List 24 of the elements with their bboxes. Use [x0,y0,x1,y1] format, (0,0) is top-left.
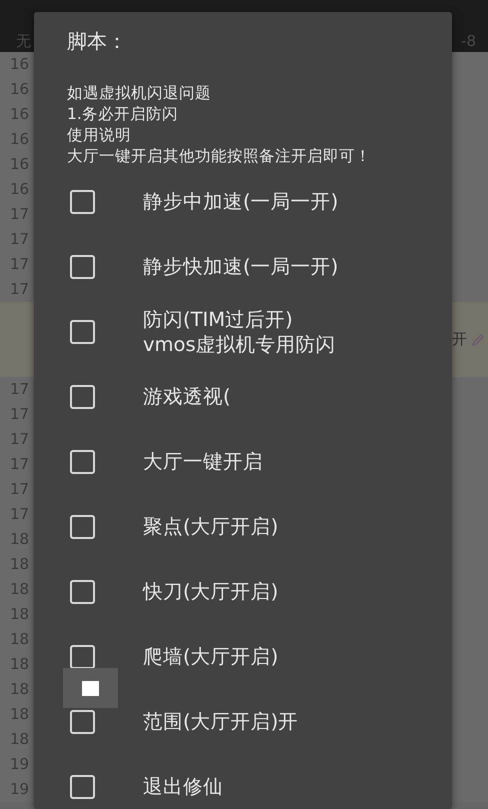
checkbox[interactable] [70,774,95,798]
checkbox[interactable] [70,254,95,278]
checkbox[interactable] [70,580,95,604]
checkbox[interactable] [70,450,95,474]
option-label[interactable]: 静步快加速(一局一开) [143,254,338,279]
pencil-icon [471,332,485,346]
option-label[interactable]: 范围(大厅开启)开 [143,709,298,734]
option-label[interactable]: 大厅一键开启 [143,449,263,474]
option-label[interactable]: 游戏透视( [143,384,231,409]
checkbox[interactable] [70,320,95,344]
option-label[interactable]: 快刀(大厅开启) [143,579,278,604]
checkbox[interactable] [70,384,95,408]
checkbox[interactable] [70,514,95,538]
checkbox[interactable] [70,190,95,214]
option-label[interactable]: 聚点(大厅开启) [143,514,278,539]
row-text: 开 [452,329,467,350]
option-label[interactable]: 爬墙(大厅开启) [143,644,278,669]
option-label[interactable]: 退出修仙 [143,774,223,799]
option-label[interactable]: 防闪(TIM过后开) vmos虚拟机专用防闪 [143,306,336,356]
dialog-message: 如遇虚拟机闪退问题 1.务必开启防闪 使用说明 大厅一键开启其他功能按照备注开启即可！ [66,83,372,167]
floating-button[interactable] [63,668,118,708]
option-label[interactable]: 静步中加速(一局一开) [143,189,338,214]
dialog-title: 脚本： [66,28,128,55]
checkbox[interactable] [70,710,95,734]
